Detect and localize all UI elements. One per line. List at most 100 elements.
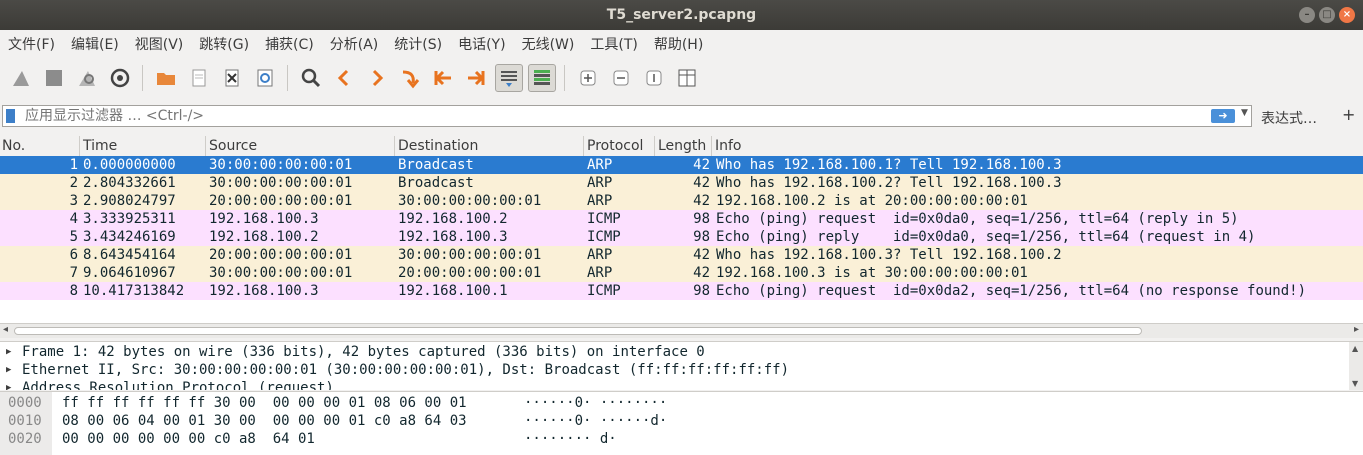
autoscroll-icon[interactable] [494,64,523,92]
column-header-no[interactable]: No. [2,138,25,154]
byte-ascii[interactable]: ······0· ······d· [524,412,667,430]
column-header-source[interactable]: Source [209,138,257,154]
maximize-button[interactable]: □ [1319,7,1335,23]
bookmark-icon[interactable] [6,109,15,123]
packet-row[interactable]: 7 9.064610967 30:00:00:00:00:01 20:00:00… [0,264,1363,282]
zoom-in-icon[interactable] [574,64,602,92]
column-separator[interactable] [79,136,80,156]
vertical-scrollbar[interactable]: ▲ ▼ [1349,342,1363,390]
byte-hex[interactable]: ff ff ff ff ff ff 30 00 00 00 00 01 08 0… [62,394,467,412]
packet-length: 42 [693,265,710,281]
packet-time: 8.643454164 [83,247,176,263]
packet-no: 2 [69,175,78,191]
expand-triangle-icon[interactable]: ▶ [6,343,11,361]
shark-fin-icon[interactable] [7,64,35,92]
detail-row-ethernet[interactable]: ▶ Ethernet II, Src: 30:00:00:00:00:01 (3… [0,361,1348,379]
chevron-down-icon[interactable]: ▼ [1241,108,1248,118]
column-header-info[interactable]: Info [715,138,742,154]
zoom-out-icon[interactable] [607,64,635,92]
column-separator[interactable] [711,136,712,156]
byte-ascii[interactable]: ······0· ········ [524,394,667,412]
forward-icon[interactable] [363,64,391,92]
column-header-length[interactable]: Length [658,138,706,154]
detail-row-frame[interactable]: ▶ Frame 1: 42 bytes on wire (336 bits), … [0,343,1348,361]
packet-info: Echo (ping) reply id=0x0da0, seq=1/256, … [716,229,1256,245]
column-separator[interactable] [394,136,395,156]
menu-edit[interactable]: 编辑(E) [63,34,127,54]
packet-source: 192.168.100.3 [209,211,319,227]
packet-row[interactable]: 6 8.643454164 20:00:00:00:00:01 30:00:00… [0,246,1363,264]
reload-icon[interactable] [251,64,279,92]
byte-ascii[interactable]: ········ d· [524,430,617,448]
expand-triangle-icon[interactable]: ▶ [6,361,11,379]
menu-wireless[interactable]: 无线(W) [514,34,583,54]
byte-offset: 0000 [8,395,42,411]
menu-go[interactable]: 跳转(G) [191,34,257,54]
packet-row[interactable]: 1 0.000000000 30:00:00:00:00:01 Broadcas… [0,156,1363,174]
column-separator[interactable] [654,136,655,156]
packet-source: 20:00:00:00:00:01 [209,247,353,263]
add-filter-button[interactable]: + [1342,105,1355,124]
packet-source: 30:00:00:00:00:01 [209,265,353,281]
column-separator[interactable] [583,136,584,156]
menu-file[interactable]: 文件(F) [0,34,63,54]
column-separator[interactable] [205,136,206,156]
resize-columns-icon[interactable] [673,64,701,92]
horizontal-scrollbar[interactable]: ◂ ▸ [0,323,1363,338]
menu-capture[interactable]: 捕获(C) [257,34,322,54]
expression-button[interactable]: 表达式… [1261,108,1317,128]
capture-options-icon[interactable] [106,64,134,92]
menu-tools[interactable]: 工具(T) [582,34,645,54]
packet-row[interactable]: 8 10.417313842 192.168.100.3 192.168.100… [0,282,1363,300]
first-packet-icon[interactable] [429,64,457,92]
normal-size-icon[interactable] [640,64,668,92]
packet-destination: 192.168.100.1 [398,283,508,299]
packet-row[interactable]: 3 2.908024797 20:00:00:00:00:01 30:00:00… [0,192,1363,210]
packet-row[interactable]: 4 3.333925311 192.168.100.3 192.168.100.… [0,210,1363,228]
menu-view[interactable]: 视图(V) [127,34,192,54]
packet-info: Echo (ping) request id=0x0da2, seq=1/256… [716,283,1307,299]
last-packet-icon[interactable] [462,64,490,92]
column-header-destination[interactable]: Destination [398,138,478,154]
colorize-icon[interactable] [527,64,556,92]
menu-statistics[interactable]: 统计(S) [386,34,450,54]
display-filter-input[interactable] [25,107,1195,125]
scrollbar-thumb[interactable] [14,327,1142,335]
packet-row[interactable]: 2 2.804332661 30:00:00:00:00:01 Broadcas… [0,174,1363,192]
display-filter-box: ➜ ▼ [2,105,1252,127]
packet-row[interactable]: 5 3.434246169 192.168.100.2 192.168.100.… [0,228,1363,246]
packet-rows: 1 0.000000000 30:00:00:00:00:01 Broadcas… [0,156,1363,300]
column-header-time[interactable]: Time [83,138,117,154]
column-header-protocol[interactable]: Protocol [587,138,643,154]
packet-protocol: ICMP [587,229,621,245]
menu-analyze[interactable]: 分析(A) [322,34,387,54]
packet-length: 42 [693,193,710,209]
search-icon[interactable] [297,64,325,92]
minimize-button[interactable]: – [1299,7,1315,23]
packet-protocol: ARP [587,247,613,263]
scroll-down-icon[interactable]: ▼ [1352,379,1358,388]
scroll-left-icon[interactable]: ◂ [3,324,8,335]
menu-telephony[interactable]: 电话(Y) [450,34,513,54]
expand-triangle-icon[interactable]: ▶ [6,379,11,390]
packet-destination: 192.168.100.3 [398,229,508,245]
packet-time: 2.908024797 [83,193,176,209]
scroll-up-icon[interactable]: ▲ [1352,344,1358,353]
display-filter-bar: ➜ ▼ 表达式… + [0,102,1363,130]
packet-destination: 192.168.100.2 [398,211,508,227]
back-icon[interactable] [330,64,358,92]
stop-icon[interactable] [40,64,68,92]
file-icon[interactable] [185,64,213,92]
detail-row-arp[interactable]: ▶ Address Resolution Protocol (request) [0,379,1348,390]
open-folder-icon[interactable] [152,64,180,92]
apply-filter-icon[interactable]: ➜ [1211,109,1235,123]
close-file-icon[interactable] [218,64,246,92]
go-to-packet-icon[interactable] [396,64,424,92]
byte-hex[interactable]: 08 00 06 04 00 01 30 00 00 00 00 01 c0 a… [62,412,467,430]
scroll-right-icon[interactable]: ▸ [1354,324,1359,335]
packet-time: 9.064610967 [83,265,176,281]
restart-icon[interactable] [73,64,101,92]
byte-hex[interactable]: 00 00 00 00 00 00 c0 a8 64 01 [62,430,315,448]
menu-help[interactable]: 帮助(H) [646,34,711,54]
close-button[interactable]: × [1339,7,1355,23]
